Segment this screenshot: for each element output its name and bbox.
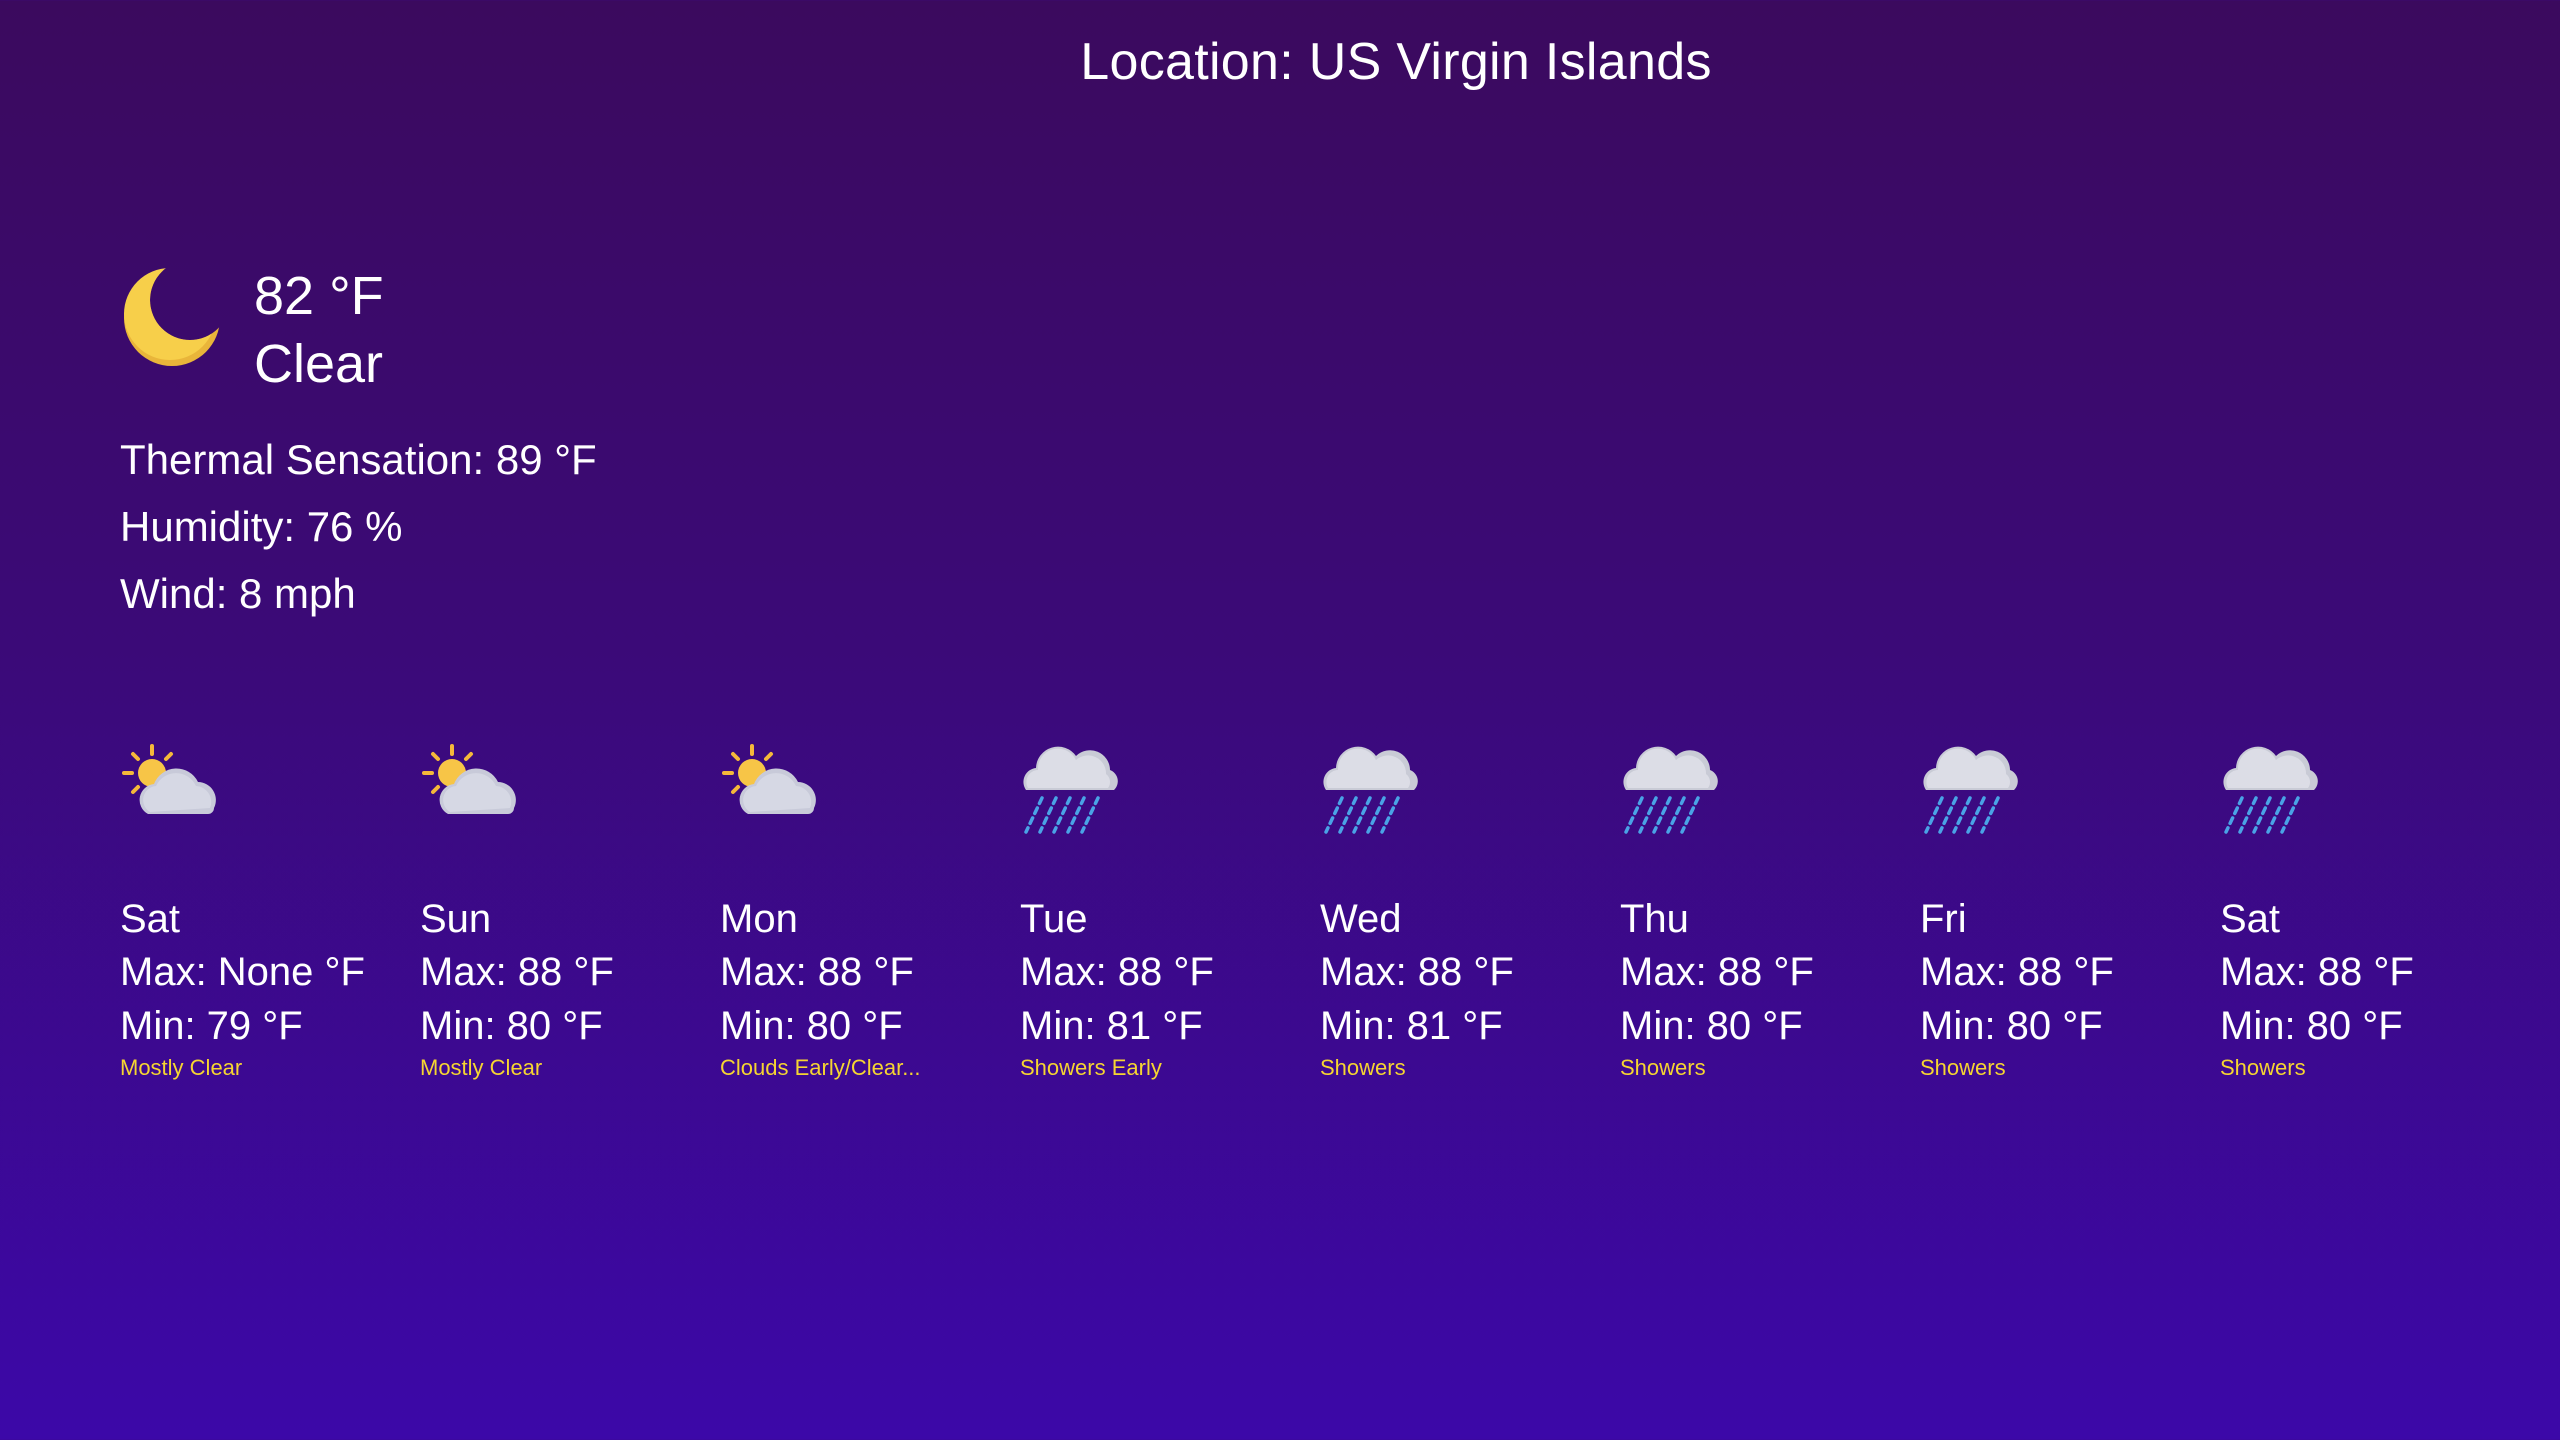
forecast-max-temp: Max: 88 °F (420, 950, 614, 994)
current-weather: 82 °F Clear Thermal Sensation: 89 °F Hum… (120, 262, 597, 627)
partly-cloudy-icon (120, 740, 224, 836)
rain-cloud-icon (1320, 740, 1424, 836)
forecast-day: Fri Max: 88 °F Min: 80 °F Showers (1920, 740, 2210, 1083)
forecast-day-name: Sat (2220, 897, 2281, 941)
forecast-day: Wed Max: 88 °F Min: 81 °F Showers (1320, 740, 1610, 1083)
forecast-max-temp: Max: 88 °F (720, 950, 914, 994)
forecast-day: Sat Max: None °F Min: 79 °F Mostly Clear (120, 740, 410, 1083)
forecast-day-name: Mon (720, 897, 798, 941)
forecast-day: Thu Max: 88 °F Min: 80 °F Showers (1620, 740, 1910, 1083)
moon-icon (120, 262, 228, 370)
current-temperature: 82 °F (254, 266, 384, 326)
forecast-min-temp: Min: 80 °F (1620, 1004, 1803, 1048)
forecast-min-temp: Min: 80 °F (420, 1004, 603, 1048)
thermal-sensation: Thermal Sensation: 89 °F (120, 436, 597, 483)
forecast-condition: Clouds Early/Clear... (720, 1055, 921, 1080)
wind: Wind: 8 mph (120, 570, 356, 617)
partly-cloudy-icon (420, 740, 524, 836)
forecast-min-temp: Min: 80 °F (1920, 1004, 2103, 1048)
forecast-max-temp: Max: 88 °F (1620, 950, 1814, 994)
forecast-min-temp: Min: 79 °F (120, 1004, 303, 1048)
current-details: Thermal Sensation: 89 °F Humidity: 76 % … (120, 426, 597, 627)
forecast-condition: Showers (2220, 1055, 2306, 1080)
forecast-max-temp: Max: None °F (120, 950, 365, 994)
forecast-day-name: Tue (1020, 897, 1088, 941)
forecast-min-temp: Min: 81 °F (1320, 1004, 1503, 1048)
forecast-condition: Showers (1920, 1055, 2006, 1080)
current-main: 82 °F Clear (254, 262, 384, 398)
forecast-min-temp: Min: 80 °F (720, 1004, 903, 1048)
current-condition: Clear (254, 334, 384, 394)
partly-cloudy-icon (720, 740, 824, 836)
forecast-day-name: Thu (1620, 897, 1689, 941)
forecast-max-temp: Max: 88 °F (2220, 950, 2414, 994)
forecast-condition: Mostly Clear (420, 1055, 543, 1080)
forecast-condition: Showers (1620, 1055, 1706, 1080)
forecast-day: Sun Max: 88 °F Min: 80 °F Mostly Clear (420, 740, 710, 1083)
forecast-day-name: Sun (420, 897, 492, 941)
current-summary: 82 °F Clear (120, 262, 597, 398)
rain-cloud-icon (2220, 740, 2324, 836)
forecast-condition: Showers (1320, 1055, 1406, 1080)
forecast-max-temp: Max: 88 °F (1320, 950, 1514, 994)
forecast-day: Sat Max: 88 °F Min: 80 °F Showers (2220, 740, 2510, 1083)
forecast-max-temp: Max: 88 °F (1920, 950, 2114, 994)
forecast-day-name: Wed (1320, 897, 1402, 941)
forecast-min-temp: Min: 81 °F (1020, 1004, 1203, 1048)
forecast-day-name: Fri (1920, 897, 1967, 941)
forecast-min-temp: Min: 80 °F (2220, 1004, 2403, 1048)
forecast-day: Tue Max: 88 °F Min: 81 °F Showers Early (1020, 740, 1310, 1083)
forecast-condition: Mostly Clear (120, 1055, 243, 1080)
rain-cloud-icon (1020, 740, 1124, 836)
forecast-day-name: Sat (120, 897, 181, 941)
rain-cloud-icon (1620, 740, 1724, 836)
rain-cloud-icon (1920, 740, 2024, 836)
forecast-day: Mon Max: 88 °F Min: 80 °F Clouds Early/C… (720, 740, 1010, 1083)
forecast-max-temp: Max: 88 °F (1020, 950, 1214, 994)
location-title: Location: US Virgin Islands (1080, 33, 1712, 91)
forecast-strip: Sat Max: None °F Min: 79 °F Mostly Clear… (120, 740, 2520, 1100)
humidity: Humidity: 76 % (120, 503, 403, 550)
forecast-condition: Showers Early (1020, 1055, 1162, 1080)
